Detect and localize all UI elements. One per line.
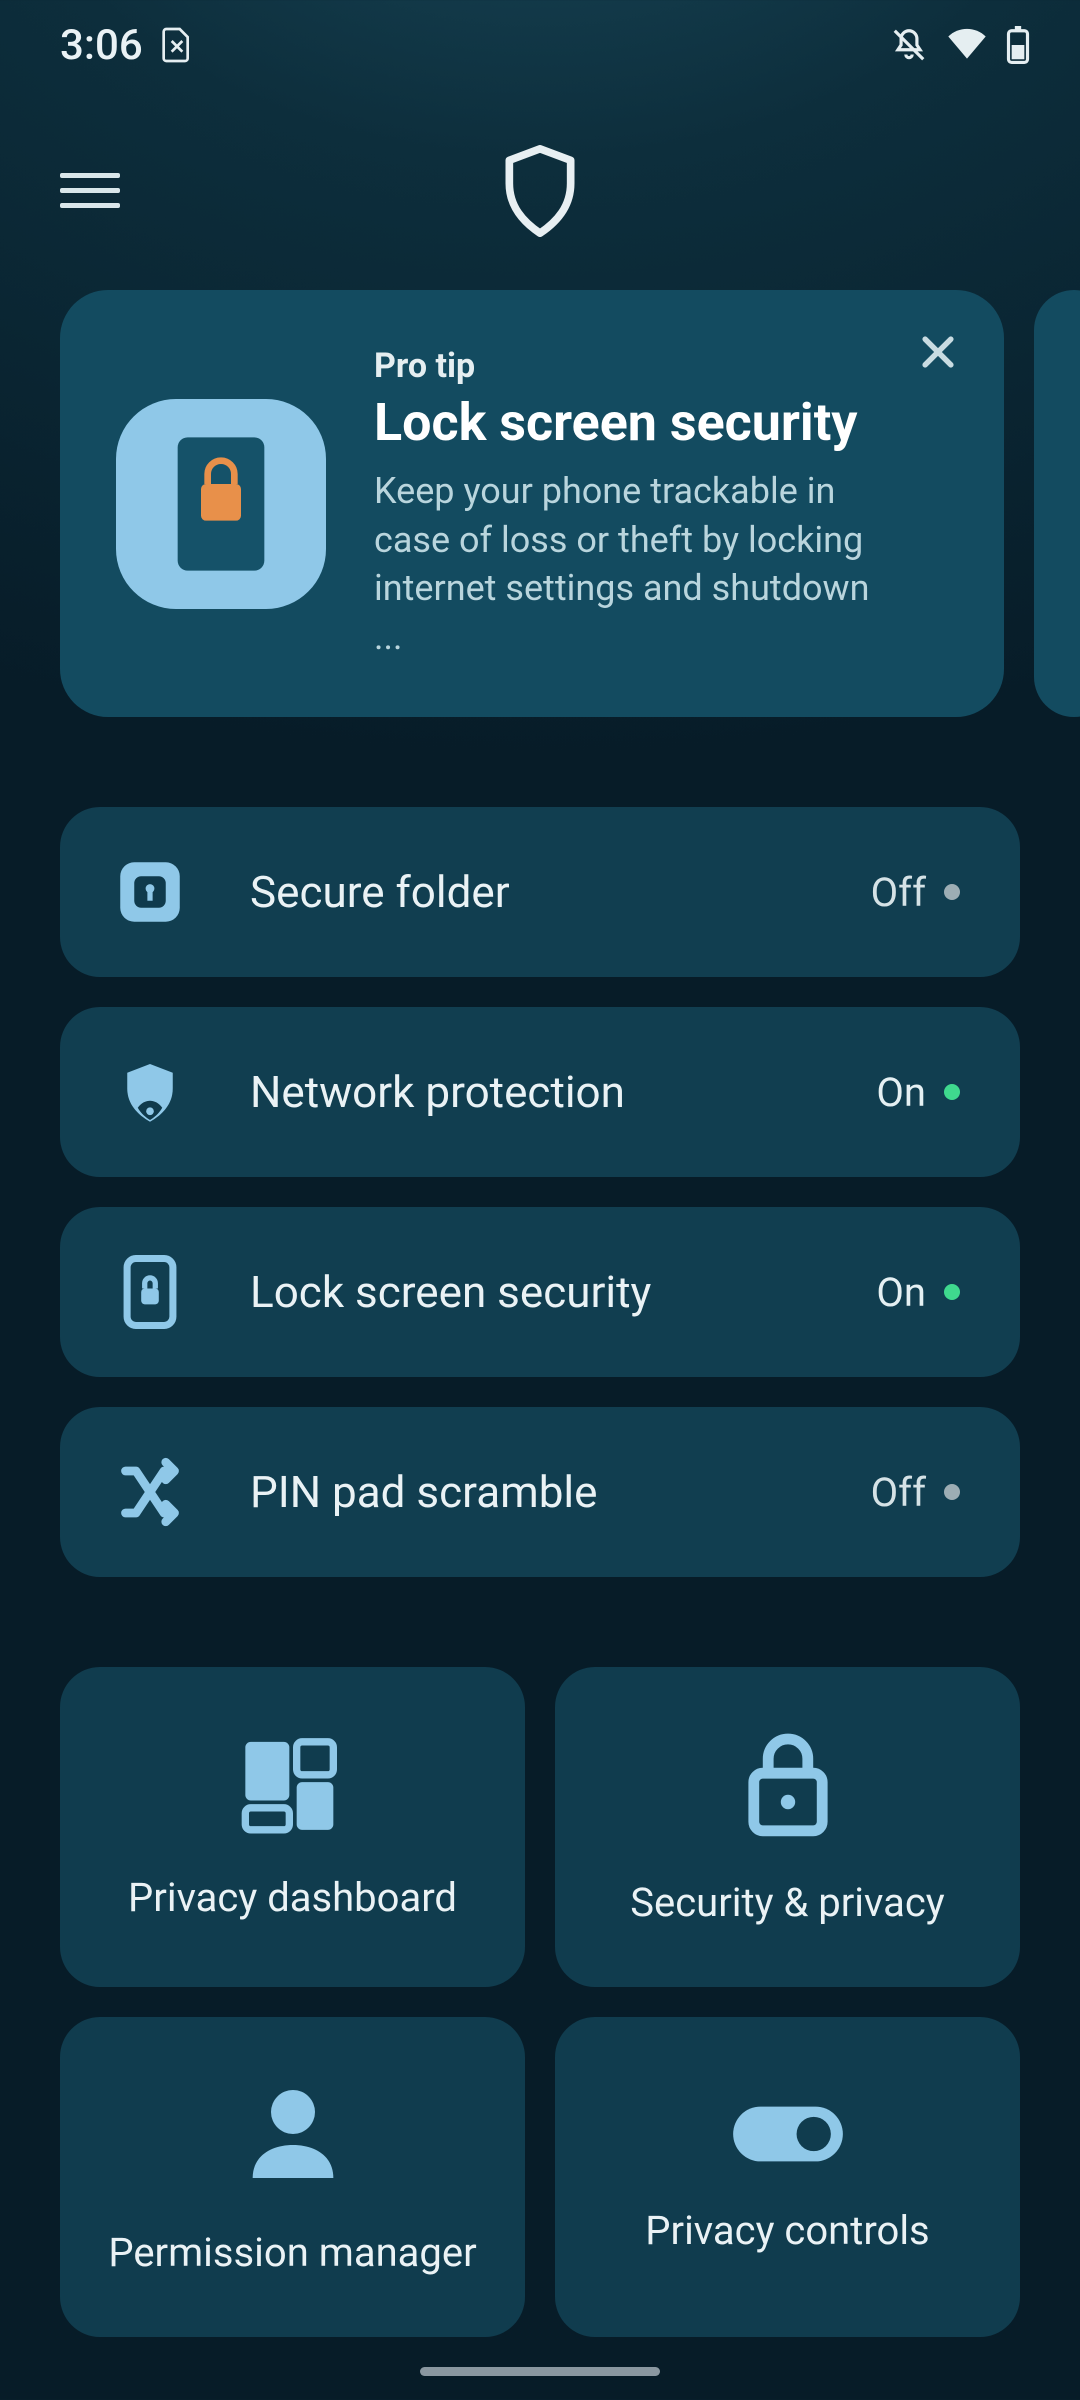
status-text: Off (871, 869, 926, 916)
status-text: On (876, 1269, 926, 1316)
row-status: Off (871, 1469, 960, 1516)
menu-button[interactable] (60, 160, 120, 220)
status-text: On (876, 1069, 926, 1116)
dashboard-icon (238, 1734, 348, 1834)
close-icon (916, 330, 960, 374)
status-dot-on (944, 1084, 960, 1100)
row-label: PIN pad scramble (250, 1466, 871, 1518)
status-dot-off (944, 1484, 960, 1500)
row-status: Off (871, 869, 960, 916)
status-left: 3:06 (60, 21, 193, 70)
row-label: Lock screen security (250, 1266, 876, 1318)
battery-icon (1006, 26, 1030, 64)
tile-security-privacy[interactable]: Security & privacy (555, 1667, 1020, 1987)
app-header (0, 90, 1080, 290)
wifi-icon (946, 28, 988, 62)
person-icon (238, 2079, 348, 2189)
status-bar: 3:06 (0, 0, 1080, 90)
row-pin-pad-scramble[interactable]: PIN pad scramble Off (60, 1407, 1020, 1577)
tile-privacy-controls[interactable]: Privacy controls (555, 2017, 1020, 2337)
lock-icon (743, 1729, 833, 1839)
tip-carousel[interactable]: Pro tip Lock screen security Keep your p… (60, 290, 1020, 717)
tile-label: Privacy controls (645, 2207, 929, 2254)
tile-grid: Privacy dashboard Security & privacy Per… (60, 1667, 1020, 2337)
status-time: 3:06 (60, 21, 143, 70)
tile-privacy-dashboard[interactable]: Privacy dashboard (60, 1667, 525, 1987)
row-status: On (876, 1069, 960, 1116)
row-label: Network protection (250, 1066, 876, 1118)
tile-label: Permission manager (108, 2229, 476, 2276)
notifications-off-icon (890, 26, 928, 64)
status-text: Off (871, 1469, 926, 1516)
status-sim-icon (161, 26, 193, 64)
status-dot-on (944, 1284, 960, 1300)
lock-screen-icon (110, 1255, 190, 1329)
status-dot-off (944, 884, 960, 900)
security-toggle-list: Secure folder Off Network protection On (60, 807, 1020, 1577)
status-right (890, 26, 1030, 64)
row-network-protection[interactable]: Network protection On (60, 1007, 1020, 1177)
shuffle-icon (110, 1457, 190, 1527)
tip-card-icon (116, 399, 326, 609)
network-protection-icon (110, 1057, 190, 1127)
tip-card-next-peek[interactable] (1034, 290, 1080, 717)
tip-card[interactable]: Pro tip Lock screen security Keep your p… (60, 290, 1004, 717)
row-label: Secure folder (250, 866, 871, 918)
app-logo-shield-icon (501, 145, 579, 237)
secure-folder-icon (110, 857, 190, 927)
navigation-handle[interactable] (420, 2367, 660, 2376)
row-status: On (876, 1269, 960, 1316)
tip-body: Keep your phone trackable in case of los… (374, 467, 904, 661)
tip-card-text: Pro tip Lock screen security Keep your p… (374, 346, 944, 661)
tip-close-button[interactable] (916, 330, 960, 374)
toggle-icon (728, 2101, 848, 2167)
tip-eyebrow: Pro tip (374, 346, 904, 386)
tile-label: Privacy dashboard (128, 1874, 457, 1921)
tile-label: Security & privacy (630, 1879, 944, 1926)
tip-title: Lock screen security (374, 392, 904, 453)
row-lock-screen-security[interactable]: Lock screen security On (60, 1207, 1020, 1377)
row-secure-folder[interactable]: Secure folder Off (60, 807, 1020, 977)
tile-permission-manager[interactable]: Permission manager (60, 2017, 525, 2337)
